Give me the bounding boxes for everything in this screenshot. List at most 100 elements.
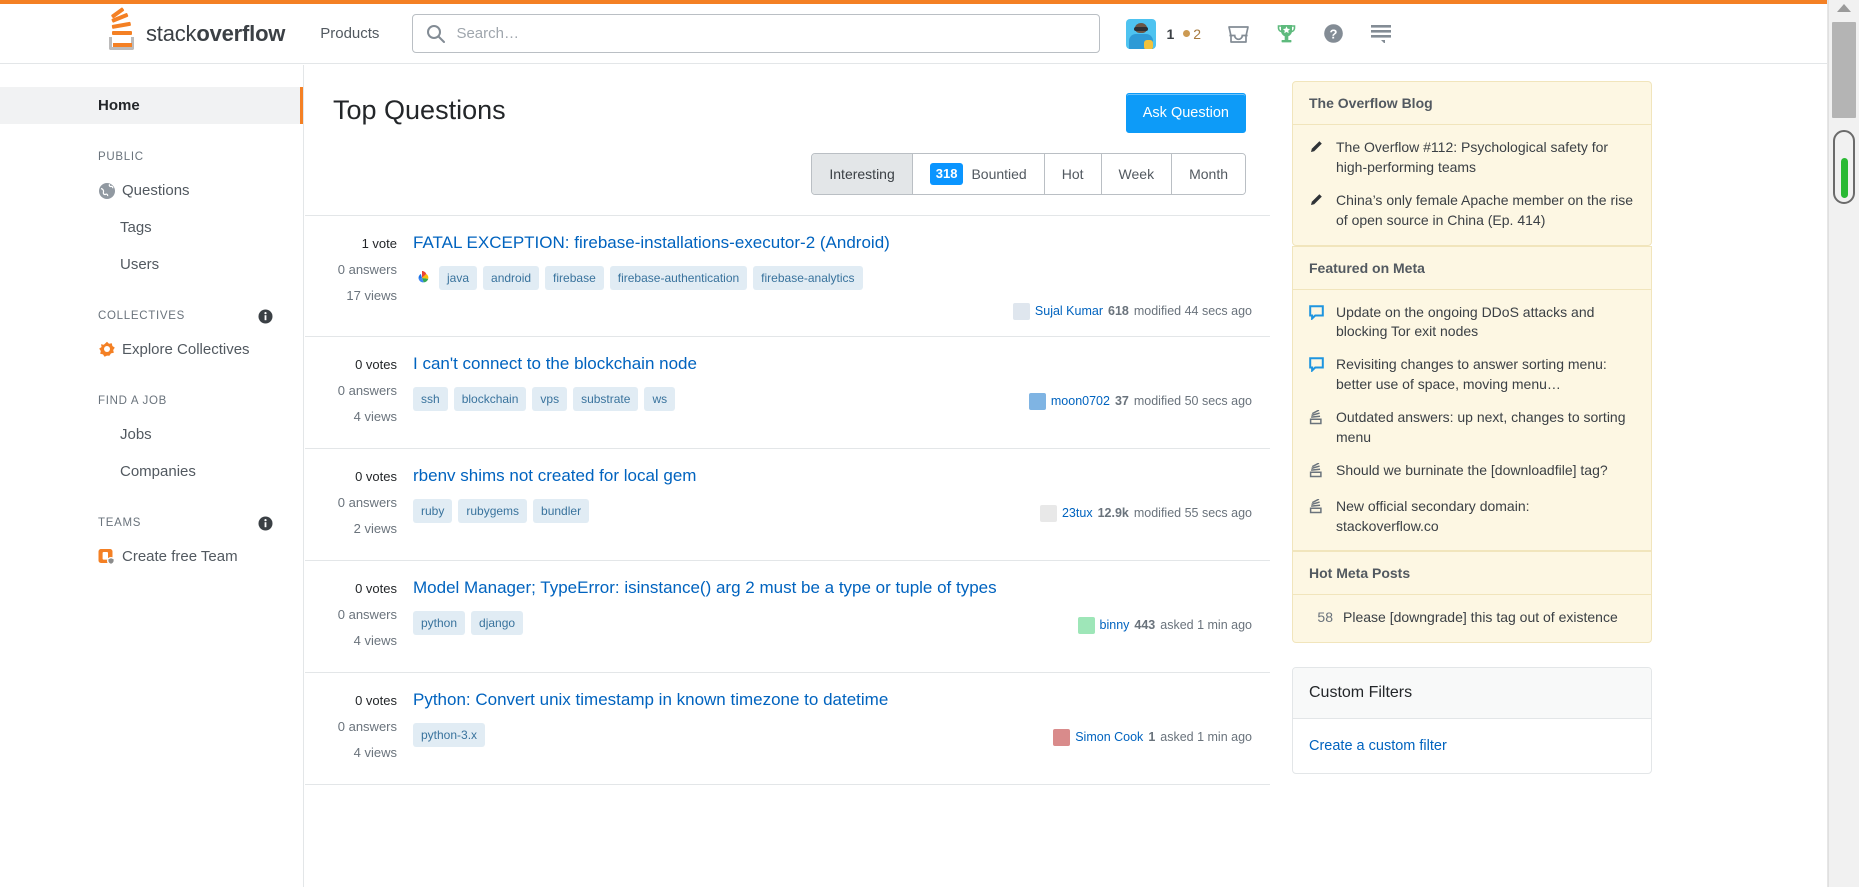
question-stats: 1 vote 0 answers 17 views: [305, 232, 413, 320]
create-custom-filter-link[interactable]: Create a custom filter: [1309, 738, 1447, 754]
info-icon[interactable]: [258, 516, 273, 531]
question-title-link[interactable]: FATAL EXCEPTION: firebase-installations-…: [413, 232, 1252, 255]
user-link[interactable]: binny: [1100, 618, 1130, 632]
sidebar-item-label: Create free Team: [122, 548, 238, 565]
tab-hot[interactable]: Hot: [1044, 154, 1102, 194]
tag[interactable]: bundler: [533, 498, 590, 523]
tag[interactable]: python: [413, 610, 466, 635]
sidebar-item-label: Questions: [122, 182, 190, 199]
avatar[interactable]: [1053, 728, 1071, 746]
user-link[interactable]: Sujal Kumar: [1035, 304, 1103, 318]
list-item[interactable]: Should we burninate the [downloadfile] t…: [1309, 461, 1635, 484]
list-item-text: Please [downgrade] this tag out of exist…: [1343, 609, 1618, 626]
list-item[interactable]: Update on the ongoing DDoS attacks and b…: [1309, 303, 1635, 343]
tag[interactable]: android: [483, 265, 540, 290]
question-title-link[interactable]: I can't connect to the blockchain node: [413, 353, 1252, 376]
user-link[interactable]: Simon Cook: [1075, 730, 1143, 744]
tag[interactable]: ruby: [413, 498, 453, 523]
scrollbar-thumb[interactable]: [1832, 22, 1856, 118]
question-action-time: modified 50 secs ago: [1133, 394, 1252, 409]
tab-label: Week: [1118, 166, 1155, 182]
vote-count: 0 votes: [355, 692, 397, 708]
tag[interactable]: django: [471, 610, 524, 635]
tag[interactable]: python-3.x: [413, 722, 486, 747]
vote-count: 0 votes: [355, 580, 397, 596]
hamburger-icon[interactable]: [1370, 24, 1392, 43]
sidebar-item-companies[interactable]: Companies: [0, 453, 303, 490]
tag[interactable]: ws: [644, 386, 676, 411]
tag[interactable]: blockchain: [453, 386, 527, 411]
site-header: stackoverflow Products 1 2: [0, 4, 1828, 64]
avatar[interactable]: [1039, 504, 1057, 522]
tab-label: Interesting: [829, 166, 895, 182]
nav-products[interactable]: Products: [320, 25, 379, 42]
avatar[interactable]: [1028, 392, 1046, 410]
trophy-icon[interactable]: [1276, 23, 1297, 44]
user-reputation: 37: [1114, 394, 1129, 409]
card-title: Featured on Meta: [1293, 245, 1651, 290]
stack-overflow-logo[interactable]: stackoverflow: [108, 7, 286, 50]
inbox-icon[interactable]: [1227, 24, 1250, 44]
header-right-controls: 1 2 ?: [1126, 18, 1392, 49]
list-item[interactable]: New official secondary domain: stackover…: [1309, 497, 1635, 537]
tag[interactable]: vps: [532, 386, 568, 411]
bronze-badge-group[interactable]: 2: [1183, 26, 1201, 42]
info-icon[interactable]: [258, 309, 273, 324]
question-stats: 0 votes 0 answers 2 views: [305, 465, 413, 544]
tag[interactable]: rubygems: [458, 498, 528, 523]
page-title: Top Questions: [333, 95, 506, 125]
list-item[interactable]: China’s only female Apache member on the…: [1309, 191, 1635, 231]
tag[interactable]: java: [439, 265, 478, 290]
sidebar-item-tags[interactable]: Tags: [0, 209, 303, 246]
list-item[interactable]: The Overflow #112: Psychological safety …: [1309, 138, 1635, 178]
vote-count: 0 votes: [355, 468, 397, 484]
pencil-icon: [1309, 191, 1326, 231]
question-action-time: modified 44 secs ago: [1133, 304, 1252, 319]
tab-interesting[interactable]: Interesting: [812, 154, 913, 194]
sidebar-item-jobs[interactable]: Jobs: [0, 416, 303, 453]
tag[interactable]: substrate: [573, 386, 639, 411]
question-title-link[interactable]: rbenv shims not created for local gem: [413, 465, 1252, 488]
sidebar-section-find-a-job: FIND A JOB: [0, 386, 303, 416]
avatar[interactable]: [1077, 616, 1095, 634]
view-count: 4 views: [353, 744, 397, 760]
globe-icon: [98, 182, 116, 200]
help-icon[interactable]: ?: [1323, 23, 1344, 44]
google-cloud-collective-icon[interactable]: [413, 269, 431, 287]
user-link[interactable]: moon0702: [1051, 394, 1110, 408]
sidebar-item-label: Users: [120, 256, 160, 273]
logo-text-bold: overflow: [196, 20, 286, 46]
tag[interactable]: firebase: [545, 265, 604, 290]
ask-question-button[interactable]: Ask Question: [1125, 93, 1246, 133]
sidebar-item-users[interactable]: Users: [0, 246, 303, 283]
scroll-up-arrow-icon[interactable]: [1837, 4, 1851, 12]
user-avatar[interactable]: [1126, 18, 1157, 49]
reputation-score[interactable]: 1: [1166, 26, 1174, 42]
vertical-scrollbar[interactable]: [1828, 0, 1859, 887]
question-meta: Simon Cook 1 asked 1 min ago: [413, 728, 1252, 746]
user-link[interactable]: 23tux: [1062, 506, 1093, 520]
question-title-link[interactable]: Model Manager; TypeError: isinstance() a…: [413, 577, 1252, 600]
answer-count: 0 answers: [337, 494, 397, 510]
sidebar-item-create-free-team[interactable]: Create free Team: [0, 538, 303, 575]
avatar[interactable]: [1012, 302, 1030, 320]
list-item[interactable]: Outdated answers: up next, changes to so…: [1309, 408, 1635, 448]
question-title-link[interactable]: Python: Convert unix timestamp in known …: [413, 689, 1252, 712]
sidebar-item-explore-collectives[interactable]: Explore Collectives: [0, 331, 303, 368]
sidebar-item-label: Home: [98, 97, 140, 114]
tag[interactable]: firebase-authentication: [609, 265, 748, 290]
search-container: [412, 14, 1101, 53]
search-input[interactable]: [412, 14, 1101, 53]
sidebar-item-home[interactable]: Home: [0, 87, 303, 124]
list-item[interactable]: 58 Please [downgrade] this tag out of ex…: [1309, 608, 1635, 628]
tag[interactable]: firebase-analytics: [753, 265, 863, 290]
tab-month[interactable]: Month: [1172, 154, 1245, 194]
view-count: 2 views: [353, 520, 397, 536]
speech-bubble-icon: [1309, 303, 1326, 343]
table-row: 0 votes 0 answers 2 views rbenv shims no…: [305, 449, 1270, 561]
tag[interactable]: ssh: [413, 386, 448, 411]
tab-bountied[interactable]: 318 Bountied: [912, 154, 1045, 194]
list-item[interactable]: Revisiting changes to answer sorting men…: [1309, 355, 1635, 395]
sidebar-item-questions[interactable]: Questions: [0, 172, 303, 209]
tab-week[interactable]: Week: [1101, 154, 1173, 194]
